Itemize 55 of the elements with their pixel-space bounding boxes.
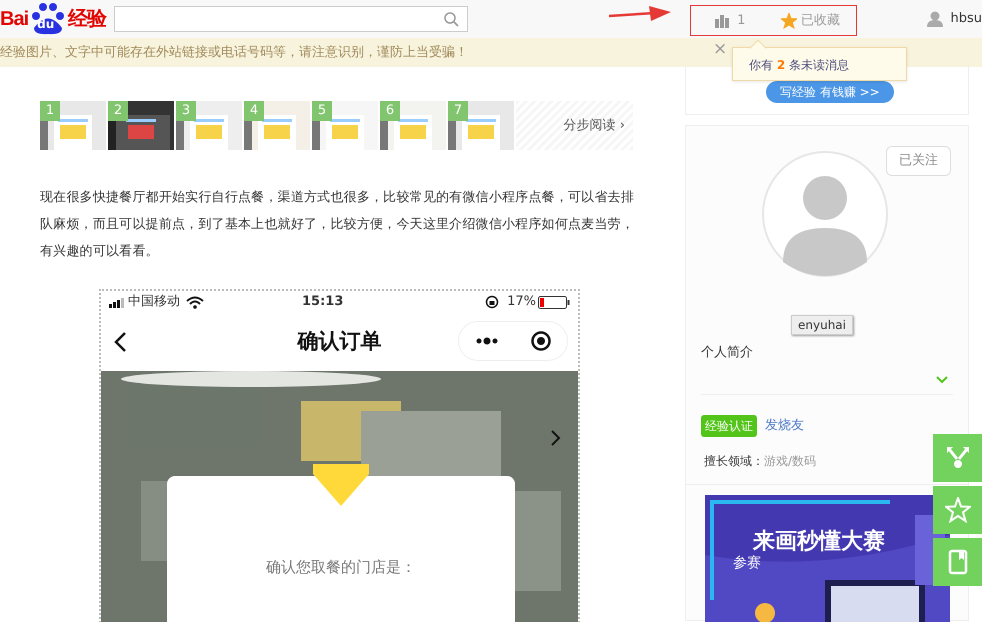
dialog-text: 确认您取餐的门店是： <box>265 557 417 578</box>
logo-text[interactable]: Bai <box>0 4 28 34</box>
step-number: 6 <box>380 101 400 121</box>
battery-percent: 17% <box>507 293 536 312</box>
lock-icon <box>485 295 500 309</box>
message-tooltip: 你有 2 条未读消息 <box>732 41 907 81</box>
target-icon <box>530 331 550 351</box>
notice-text: 经验图片、文字中可能存在外站链接或电话号码等，请注意识别，谨防上当受骗！ <box>0 44 468 62</box>
certification-badge: 经验认证 <box>701 415 757 437</box>
field-label: 擅长领域： <box>704 453 764 470</box>
chevron-down-icon[interactable] <box>936 376 948 384</box>
user-name[interactable]: hbsu <box>950 9 982 29</box>
level-link[interactable]: 发烧友 <box>765 416 804 436</box>
banner-title: 来画秒懂大赛 <box>753 528 885 555</box>
search-field[interactable] <box>114 6 468 32</box>
user-icon[interactable] <box>927 11 944 27</box>
battery-icon <box>538 296 570 308</box>
chevron-icon <box>550 429 561 447</box>
view-count: 1 <box>737 12 746 30</box>
user-name-tag: enyuhai <box>791 315 853 335</box>
step-read-link[interactable]: 分步阅读 › <box>516 101 633 150</box>
banner-subtitle: 参赛 <box>733 554 761 573</box>
map-pin-icon <box>313 464 369 506</box>
close-button[interactable]: × <box>713 41 728 58</box>
search-icon[interactable] <box>444 12 460 26</box>
article-paragraph: 现在很多快捷餐厅都开始实行自行点餐，渠道方式也很多，比较常见的有微信小程序点餐，可以省去排队麻烦，而且可以提前点，到了基本上也就好了，比较方便，今天这里介绍微信小程序如何点麦当劳，有兴趣的可以看看。 <box>40 189 635 261</box>
star-icon <box>944 497 970 523</box>
logo-text[interactable]: 经验 <box>68 4 106 34</box>
step-number: 1 <box>40 101 60 121</box>
more-icon <box>476 337 498 345</box>
step-number: 7 <box>448 101 468 121</box>
promo-banner[interactable]: 来画秒懂大赛 参赛 <box>705 495 950 622</box>
step-number: 4 <box>244 101 264 121</box>
wifi-icon <box>186 296 204 308</box>
step-number: 5 <box>312 101 332 121</box>
annotation-arrow <box>609 6 671 21</box>
screen-title: 确认订单 <box>298 328 382 356</box>
field-value: 游戏/数码 <box>764 453 816 470</box>
side-button[interactable] <box>933 434 982 482</box>
write-button[interactable]: 写经验 有钱赚 >> <box>766 81 894 103</box>
share-icon <box>944 445 970 471</box>
favorite-toggle[interactable]: 已收藏 <box>781 10 840 30</box>
follow-button[interactable]: 已关注 <box>886 146 951 176</box>
status-time: 15:13 <box>302 293 344 312</box>
side-button[interactable] <box>933 538 982 586</box>
side-button[interactable] <box>933 486 982 534</box>
step-number: 3 <box>176 101 196 121</box>
star-icon <box>781 12 798 28</box>
signal-icon <box>109 296 124 308</box>
back-icon <box>113 331 127 353</box>
carrier-name: 中国移动 <box>128 293 180 312</box>
bar-chart-icon <box>715 14 730 28</box>
step-number: 2 <box>108 101 128 121</box>
logo-paw[interactable]: du <box>28 1 68 37</box>
intro-label: 个人简介 <box>701 344 753 362</box>
